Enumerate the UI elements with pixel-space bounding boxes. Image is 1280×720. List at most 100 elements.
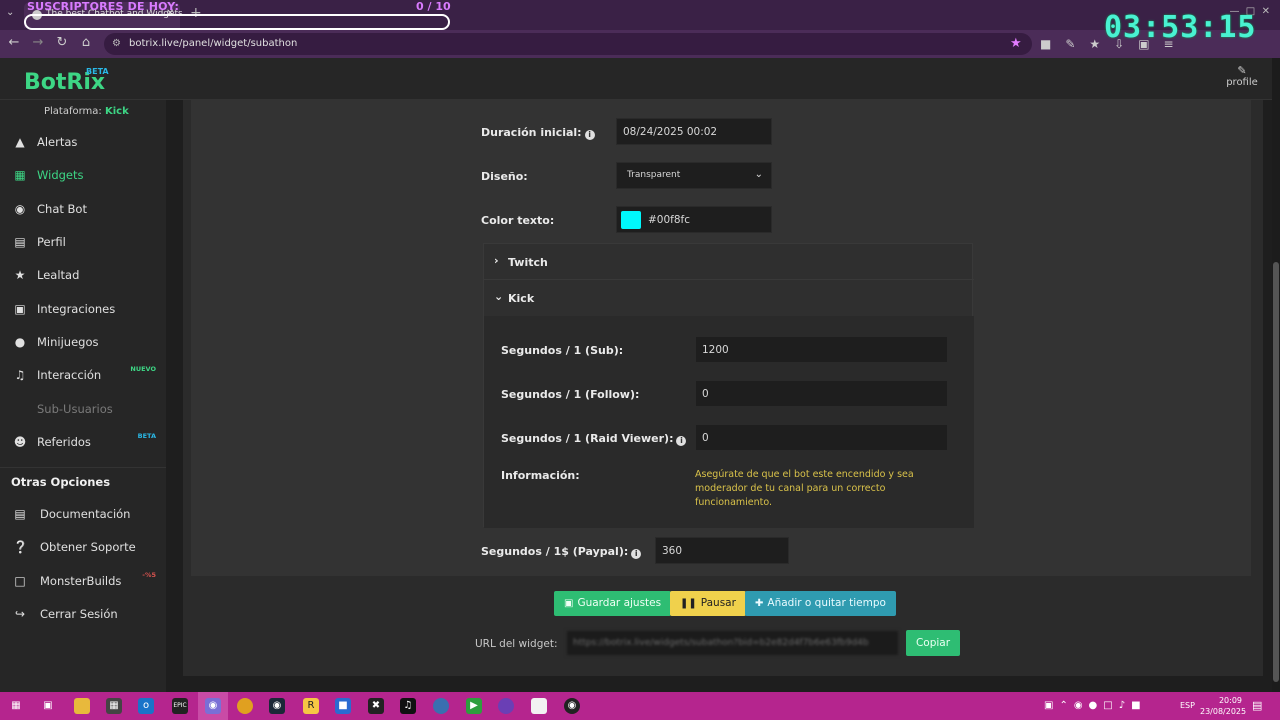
profile-link[interactable]: ✎ profile [1222,64,1262,88]
kick-follow-label: Segundos / 1 (Follow): [501,388,640,401]
design-select[interactable]: Transparent ⌄ [616,162,772,189]
laptop-icon: □ [14,574,26,588]
copy-url-button[interactable]: Copiar [906,630,960,656]
sidebar-item-documentacion[interactable]: ▤ Documentación [0,499,166,529]
logo-beta-badge: BETA [86,67,109,76]
media-player-icon[interactable]: ▶ [466,698,482,714]
subathon-settings-card: Duración inicial: i 08/24/2025 00:02 Dise… [191,100,1251,576]
kick-info-label: Información: [501,469,580,482]
discount-badge: -%5 [142,571,156,579]
back-arrow-icon[interactable]: ← [6,35,22,50]
notification-icon[interactable]: ▤ [1252,699,1262,712]
obs-icon[interactable]: ◉ [564,698,580,714]
language-indicator[interactable]: ESP [1180,701,1195,710]
sidebar-item-perfil[interactable]: ▤ Perfil [0,227,166,257]
save-settings-button[interactable]: ▣ Guardar ajustes [554,591,672,616]
sidebar: Plataforma: Kick ▲ Alertas ▦ Widgets ◉ C… [0,100,166,692]
platform-indicator: Plataforma: Kick [44,106,129,117]
sidebar-item-chat-bot[interactable]: ◉ Chat Bot [0,194,166,224]
page-scrollbar-thumb[interactable] [1273,262,1279,682]
platform-value: Kick [105,106,129,117]
accordion-kick-header[interactable]: ⌄ Kick [484,280,974,316]
steam-icon[interactable]: ◉ [269,698,285,714]
file-explorer-icon[interactable] [74,698,90,714]
platform-accordion: › Twitch ⌄ Kick Segundos / 1 (Sub): 1200… [483,243,974,528]
sidebar-item-label: Lealtad [37,268,80,282]
info-icon[interactable]: i [631,549,642,559]
sidebar-item-interaccion[interactable]: ♫ Interacción NUEVO [0,360,166,390]
sidebar-item-cerrar-sesion[interactable]: ↪ Cerrar Sesión [0,599,166,629]
url-field[interactable]: ⚙ botrix.live/panel/widget/subathon ★ [104,33,1032,55]
other-options-heading: Otras Opciones [11,475,111,489]
sidebar-item-lealtad[interactable]: ★ Lealtad [0,260,166,290]
info-icon[interactable]: i [584,130,595,140]
add-remove-time-button[interactable]: ✚ Añadir o quitar tiempo [745,591,896,616]
reload-icon[interactable]: ↻ [54,35,70,50]
start-windows-icon[interactable]: ▦ [8,698,24,714]
app-icon-2[interactable] [433,698,449,714]
sidebar-item-label: Chat Bot [37,202,87,216]
sidebar-item-integraciones[interactable]: ▣ Integraciones [0,294,166,324]
tiktok-icon[interactable]: ♫ [400,698,416,714]
app-icon[interactable]: ■ [335,698,351,714]
robot-icon: ◉ [14,202,26,216]
system-tray-icons[interactable]: ▣⌃◉●□♪■ [1044,700,1147,711]
kick-raid-seconds-input[interactable]: 0 [695,424,948,451]
subscribers-progress-bar [24,14,450,30]
outlook-icon[interactable]: o [138,698,154,714]
sidebar-item-label: Minijuegos [37,335,99,349]
beta-badge: BETA [137,432,156,440]
pause-button[interactable]: ❚❚ Pausar [670,591,746,616]
rockstar-icon[interactable]: R [303,698,319,714]
text-color-label: Color texto: [481,214,555,227]
initial-duration-input[interactable]: 08/24/2025 00:02 [616,118,772,145]
capcut-icon[interactable]: ✖ [368,698,384,714]
tab-list-chevron-icon[interactable]: ⌄ [6,7,20,21]
sidebar-item-alertas[interactable]: ▲ Alertas [0,127,166,157]
sidebar-item-minijuegos[interactable]: ● Minijuegos [0,327,166,357]
pause-label: Pausar [700,597,736,609]
sidebar-item-monsterbuilds[interactable]: □ MonsterBuilds -%5 [0,566,166,596]
users-icon: ☻ [13,435,27,449]
widget-url-input[interactable]: https://botrix.live/widgets/subathon?bid… [566,630,899,656]
chrome-icon[interactable] [237,698,253,714]
browser-address-bar: ← → ↻ ⌂ ⚙ botrix.live/panel/widget/subat… [0,30,1280,58]
music-icon: ♫ [14,368,26,382]
chevron-down-icon: ⌄ [754,169,763,180]
main-panel: Duración inicial: i 08/24/2025 00:02 Dise… [183,100,1263,676]
notepad-icon[interactable] [531,698,547,714]
kick-raid-field-label: Segundos / 1 (Raid Viewer): i [501,432,687,446]
store-icon[interactable]: ▦ [106,698,122,714]
sidebar-item-widgets[interactable]: ▦ Widgets [0,160,166,190]
home-icon[interactable]: ⌂ [78,35,94,50]
forward-arrow-icon[interactable]: → [30,35,46,50]
info-icon[interactable]: i [676,436,687,446]
sidebar-item-sub-usuarios[interactable]: Sub-Usuarios [0,394,166,424]
paypal-field-label: Segundos / 1$ (Paypal): i [481,545,642,559]
url-text: botrix.live/panel/widget/subathon [129,38,298,49]
accordion-twitch-header[interactable]: › Twitch [484,244,974,280]
color-swatch[interactable] [621,211,641,229]
pause-icon: ❚❚ [680,598,697,609]
browser-tab-bar: ⌄ The best Chatbot and Widgets ✕ + SUSCR… [0,0,1280,30]
bookmark-star-icon[interactable]: ★ [1010,36,1022,51]
platform-label: Plataforma: [44,106,102,117]
text-color-value: #00f8fc [648,214,691,226]
browser-app-icon[interactable]: ◉ [205,698,221,714]
site-info-icon[interactable]: ⚙ [112,38,121,49]
trophy-icon: ★ [14,268,26,282]
sidebar-item-soporte[interactable]: ❔ Obtener Soporte [0,532,166,562]
paypal-seconds-input[interactable]: 360 [655,537,789,564]
kick-sub-seconds-input[interactable]: 1200 [695,336,948,363]
taskbar-clock[interactable]: 20:09 23/08/2025 [1200,695,1246,717]
kick-info-text: Asegúrate de que el bot este encendido y… [695,469,914,508]
epic-games-icon[interactable]: EPIC [172,698,188,714]
chevron-right-icon: › [494,254,499,267]
app-icon-3[interactable] [498,698,514,714]
sidebar-item-referidos[interactable]: ☻ Referidos BETA [0,427,166,457]
text-color-picker[interactable]: #00f8fc [616,206,772,233]
kick-follow-seconds-input[interactable]: 0 [695,380,948,407]
subathon-timer-overlay: 03:53:15 [1104,10,1257,45]
task-view-icon[interactable]: ▣ [40,698,56,714]
save-icon: ▣ [564,598,574,609]
